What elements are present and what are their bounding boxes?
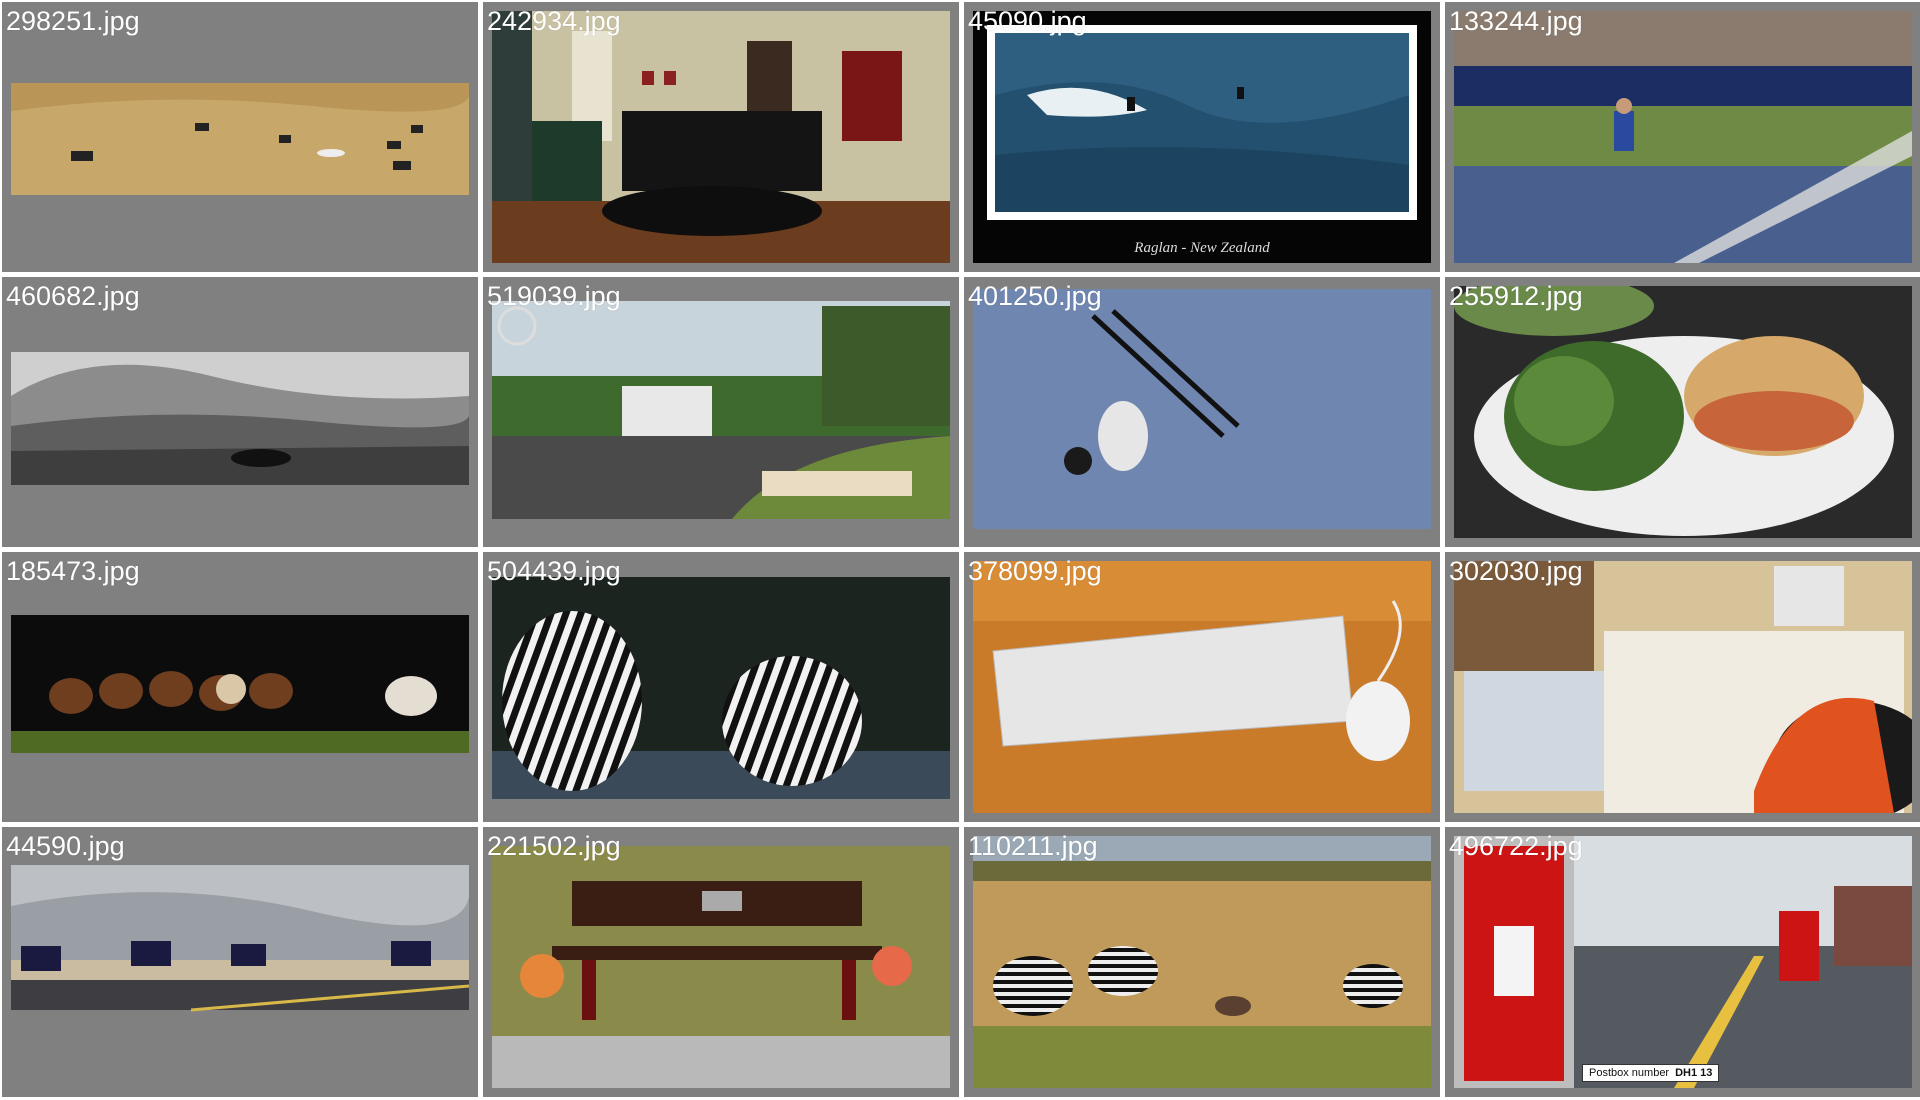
- image-cell[interactable]: 133244.jpg: [1445, 2, 1920, 272]
- image-cell[interactable]: 378099.jpg: [964, 552, 1440, 822]
- filename-label: 298251.jpg: [6, 6, 140, 36]
- filename-label: 519039.jpg: [487, 281, 621, 311]
- filename-label: 460682.jpg: [6, 281, 140, 311]
- filename-label: 185473.jpg: [6, 556, 140, 586]
- image-cell[interactable]: 185473.jpg: [2, 552, 478, 822]
- filename-label: 504439.jpg: [487, 556, 621, 586]
- filename-label: 45090.jpg: [968, 6, 1087, 36]
- photo-caption: Raglan - New Zealand: [1134, 240, 1270, 256]
- thumbnail-aerial-skier: [973, 286, 1431, 538]
- thumbnail-tennis-match: [1454, 11, 1912, 263]
- thumbnail-sandwich-salad: [1454, 286, 1912, 538]
- image-cell[interactable]: 504439.jpg: [483, 552, 959, 822]
- thumbnail-living-room: [492, 11, 950, 263]
- filename-label: 401250.jpg: [968, 281, 1102, 311]
- filename-label: 302030.jpg: [1449, 556, 1583, 586]
- image-cell[interactable]: 302030.jpg: [1445, 552, 1920, 822]
- thumbnail-horse-herd: [11, 561, 469, 813]
- filename-label: 110211.jpg: [968, 831, 1098, 861]
- image-cell[interactable]: 255912.jpg: [1445, 277, 1920, 547]
- image-grid: 298251.jpg 242934.jpg 45090.jpg Raglan -…: [0, 0, 1920, 1100]
- filename-label: 255912.jpg: [1449, 281, 1583, 311]
- image-cell[interactable]: 110211.jpg: [964, 827, 1440, 1097]
- filename-label: 221502.jpg: [487, 831, 621, 861]
- postbox-number-label: Postbox number DH1 13: [1582, 1064, 1720, 1082]
- image-cell[interactable]: 401250.jpg: [964, 277, 1440, 547]
- image-cell[interactable]: 496722.jpg Postbox number DH1 13: [1445, 827, 1920, 1097]
- postbox-photo: [1454, 836, 1912, 1088]
- image-cell[interactable]: 242934.jpg: [483, 2, 959, 272]
- image-cell[interactable]: 460682.jpg: [2, 277, 478, 547]
- wave-photo: [987, 25, 1417, 220]
- thumbnail-messy-desk: [1454, 561, 1912, 813]
- thumbnail-memorial-bench: [492, 836, 950, 1088]
- image-cell[interactable]: 221502.jpg: [483, 827, 959, 1097]
- thumbnail-bw-horse-landscape: [11, 286, 469, 538]
- thumbnail-surfers-wave: Raglan - New Zealand: [973, 11, 1431, 263]
- postbox-label-text: Postbox number: [1589, 1067, 1670, 1079]
- filename-label: 133244.jpg: [1449, 6, 1583, 36]
- image-cell[interactable]: 44590.jpg: [2, 827, 478, 1097]
- thumbnail-red-postbox: Postbox number DH1 13: [1454, 836, 1912, 1088]
- filename-label: 242934.jpg: [487, 6, 621, 36]
- image-cell[interactable]: 298251.jpg: [2, 2, 478, 272]
- thumbnail-keyboard-mouse: [973, 561, 1431, 813]
- filename-label: 44590.jpg: [6, 831, 125, 861]
- image-cell[interactable]: 519039.jpg: [483, 277, 959, 547]
- filename-label: 378099.jpg: [968, 556, 1102, 586]
- filename-label: 496722.jpg: [1449, 831, 1583, 861]
- thumbnail-zebras-grassland: [11, 11, 469, 263]
- thumbnail-street-garbage-truck: [492, 286, 950, 538]
- postbox-number: DH1 13: [1675, 1067, 1713, 1079]
- image-cell[interactable]: 45090.jpg Raglan - New Zealand: [964, 2, 1440, 272]
- thumbnail-motorcycles-road: [11, 836, 469, 1088]
- thumbnail-zebras-savanna: [973, 836, 1431, 1088]
- thumbnail-two-zebras: [492, 561, 950, 813]
